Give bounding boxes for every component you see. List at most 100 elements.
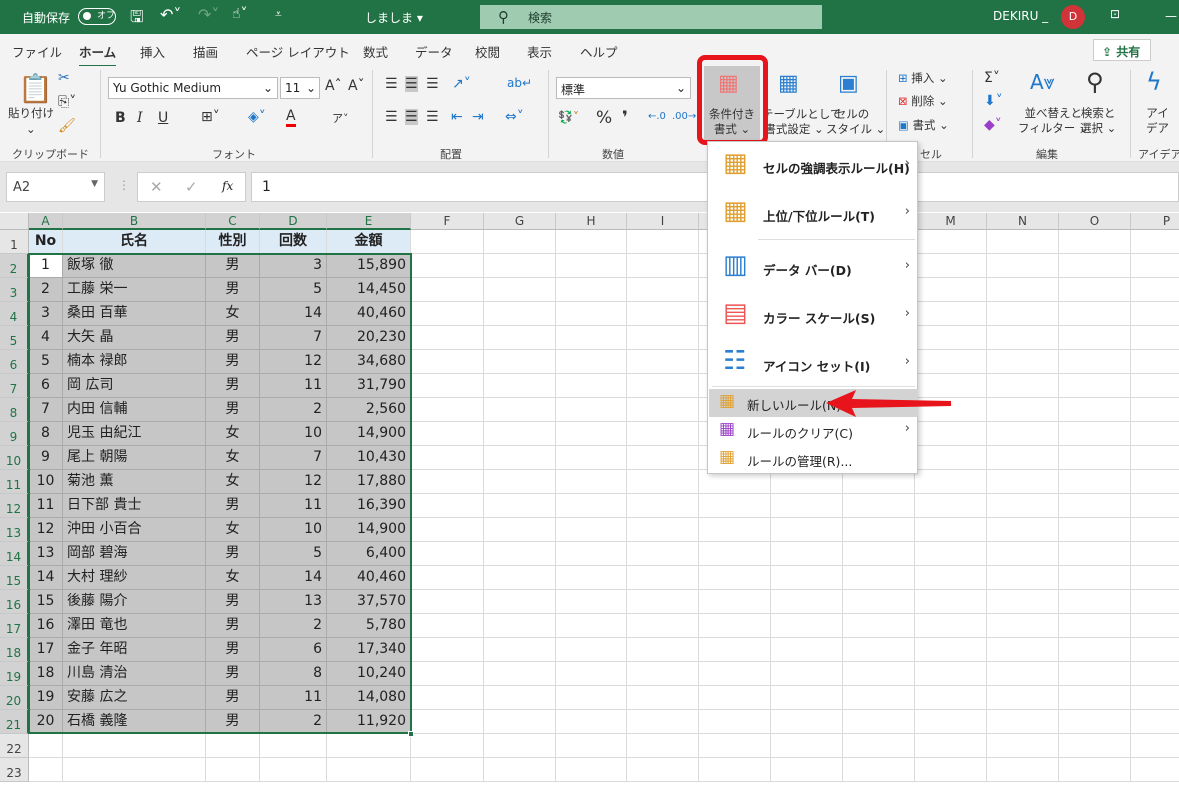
cell-H14[interactable]: [556, 542, 627, 566]
ideas-button[interactable]: アイ デア: [1146, 106, 1169, 136]
format-painter-icon[interactable]: 🖌: [58, 118, 76, 134]
search-box[interactable]: ⚲ 検索: [480, 5, 822, 29]
cell-C20[interactable]: 男: [206, 686, 260, 710]
cell-N8[interactable]: [987, 398, 1059, 422]
cell-H10[interactable]: [556, 446, 627, 470]
merge-center-icon[interactable]: ⇔˅: [505, 109, 524, 125]
cell-F12[interactable]: [411, 494, 484, 518]
cell-A15[interactable]: 14: [29, 566, 63, 590]
decrease-font-icon[interactable]: Aˇ: [348, 78, 365, 94]
cell-P18[interactable]: [1131, 638, 1179, 662]
cell-C16[interactable]: 男: [206, 590, 260, 614]
cell-I2[interactable]: [627, 254, 699, 278]
cell-D18[interactable]: 6: [260, 638, 327, 662]
cell-B19[interactable]: 川島 清治: [63, 662, 206, 686]
cell-F8[interactable]: [411, 398, 484, 422]
cell-H15[interactable]: [556, 566, 627, 590]
cell-O2[interactable]: [1059, 254, 1131, 278]
cell-N21[interactable]: [987, 710, 1059, 734]
cell-O10[interactable]: [1059, 446, 1131, 470]
underline-button[interactable]: U: [158, 110, 168, 126]
cell-P7[interactable]: [1131, 374, 1179, 398]
cell-A4[interactable]: 3: [29, 302, 63, 326]
cell-H21[interactable]: [556, 710, 627, 734]
cell-C7[interactable]: 男: [206, 374, 260, 398]
cell-A3[interactable]: 2: [29, 278, 63, 302]
cell-B6[interactable]: 楠本 禄郎: [63, 350, 206, 374]
ideas-icon[interactable]: ϟ: [1146, 68, 1162, 96]
cell-H5[interactable]: [556, 326, 627, 350]
cell-O8[interactable]: [1059, 398, 1131, 422]
copy-icon[interactable]: ⎘˅: [58, 94, 76, 110]
row-header-5[interactable]: 5: [0, 326, 29, 350]
align-middle-icon[interactable]: ☰: [405, 76, 418, 92]
cell-O19[interactable]: [1059, 662, 1131, 686]
column-header-F[interactable]: F: [411, 213, 484, 230]
customize-toolbar-icon[interactable]: ⩡: [275, 7, 282, 22]
cell-E23[interactable]: [327, 758, 411, 782]
cell-C2[interactable]: 男: [206, 254, 260, 278]
increase-indent-icon[interactable]: ⇥: [472, 109, 484, 125]
cell-B15[interactable]: 大村 理紗: [63, 566, 206, 590]
row-header-8[interactable]: 8: [0, 398, 29, 422]
cell-N12[interactable]: [987, 494, 1059, 518]
cell-A11[interactable]: 10: [29, 470, 63, 494]
cell-N19[interactable]: [987, 662, 1059, 686]
cell-J17[interactable]: [699, 614, 771, 638]
cell-N6[interactable]: [987, 350, 1059, 374]
cell-K22[interactable]: [771, 734, 843, 758]
cell-K19[interactable]: [771, 662, 843, 686]
comma-button[interactable]: ❜: [622, 108, 628, 128]
undo-icon[interactable]: ↶˅: [160, 5, 181, 24]
cell-E1[interactable]: 金額: [327, 230, 411, 254]
cell-J23[interactable]: [699, 758, 771, 782]
cell-J15[interactable]: [699, 566, 771, 590]
cell-I13[interactable]: [627, 518, 699, 542]
cell-F20[interactable]: [411, 686, 484, 710]
cell-A5[interactable]: 4: [29, 326, 63, 350]
cell-N2[interactable]: [987, 254, 1059, 278]
cell-N9[interactable]: [987, 422, 1059, 446]
cell-B12[interactable]: 日下部 貴士: [63, 494, 206, 518]
worksheet-grid[interactable]: ABCDEFGHIJKLMNOP1No氏名性別回数金額21飯塚 徹男315,89…: [0, 213, 1179, 786]
cell-H1[interactable]: [556, 230, 627, 254]
cell-K12[interactable]: [771, 494, 843, 518]
cell-A13[interactable]: 12: [29, 518, 63, 542]
align-bottom-icon[interactable]: ☰: [426, 76, 439, 92]
sort-filter-icon[interactable]: A⩔: [1030, 70, 1055, 94]
tab-view[interactable]: 表示: [527, 42, 552, 61]
column-header-H[interactable]: H: [556, 213, 627, 230]
cell-A7[interactable]: 6: [29, 374, 63, 398]
cell-G22[interactable]: [484, 734, 556, 758]
cell-F11[interactable]: [411, 470, 484, 494]
cell-M22[interactable]: [915, 734, 987, 758]
cell-F3[interactable]: [411, 278, 484, 302]
menu-item-highlight-rules[interactable]: ▦ セルの強調表示ルール(H) ›: [709, 142, 918, 190]
cell-J12[interactable]: [699, 494, 771, 518]
clear-icon[interactable]: ◆˅: [984, 117, 1002, 133]
cell-O11[interactable]: [1059, 470, 1131, 494]
cell-P8[interactable]: [1131, 398, 1179, 422]
align-center-icon[interactable]: ☰: [405, 109, 418, 125]
cell-A9[interactable]: 8: [29, 422, 63, 446]
decrease-indent-icon[interactable]: ⇤: [451, 109, 463, 125]
row-header-7[interactable]: 7: [0, 374, 29, 398]
cell-P20[interactable]: [1131, 686, 1179, 710]
row-header-13[interactable]: 13: [0, 518, 29, 542]
autosave-toggle[interactable]: オフ: [78, 8, 116, 25]
cell-M16[interactable]: [915, 590, 987, 614]
cell-B8[interactable]: 内田 信輔: [63, 398, 206, 422]
cell-E8[interactable]: 2,560: [327, 398, 411, 422]
cell-L21[interactable]: [843, 710, 915, 734]
row-header-20[interactable]: 20: [0, 686, 29, 710]
cell-I17[interactable]: [627, 614, 699, 638]
column-header-I[interactable]: I: [627, 213, 699, 230]
cell-A18[interactable]: 17: [29, 638, 63, 662]
delete-cells-button[interactable]: ⊠ 削除 ⌄: [898, 94, 948, 109]
cell-I7[interactable]: [627, 374, 699, 398]
cell-H20[interactable]: [556, 686, 627, 710]
cell-M5[interactable]: [915, 326, 987, 350]
fill-icon[interactable]: ⬇˅: [984, 93, 1003, 109]
cell-B18[interactable]: 金子 年昭: [63, 638, 206, 662]
cell-C8[interactable]: 男: [206, 398, 260, 422]
